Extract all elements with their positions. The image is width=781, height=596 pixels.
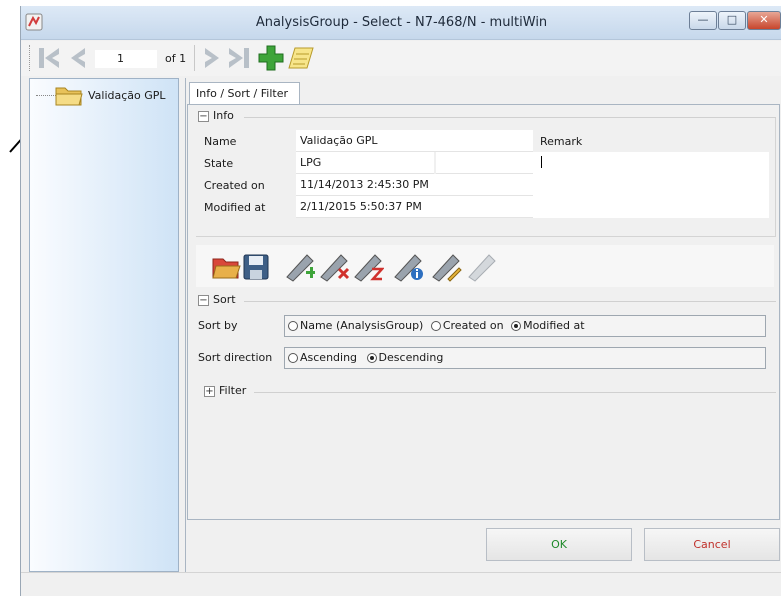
tree-pane: Validação GPL (29, 78, 179, 572)
sort-group-line (244, 301, 776, 302)
state-label: State (204, 157, 234, 170)
state-field[interactable]: LPG (296, 152, 434, 174)
radio-name[interactable] (288, 321, 298, 331)
direction-descending-label: Descending (378, 351, 444, 364)
radio-created[interactable] (430, 321, 441, 331)
filter-clear-icon[interactable] (352, 251, 384, 283)
add-record-icon[interactable] (257, 44, 285, 72)
filter-edit-icon[interactable] (430, 251, 462, 283)
tab-content: − Info Name Validação GPL Remark State L… (187, 104, 780, 520)
filter-info-icon[interactable] (392, 251, 424, 283)
sort-collapse-toggle[interactable]: − (198, 295, 209, 306)
text-cursor (541, 156, 542, 168)
cancel-button[interactable]: Cancel (644, 528, 780, 561)
toolbar-divider (194, 45, 195, 71)
info-group-line (244, 117, 776, 118)
modified-at-label: Modified at (204, 201, 266, 214)
next-record-icon[interactable] (201, 44, 225, 72)
sort-by-label: Sort by (198, 319, 238, 332)
sort-direction-options: Ascending Descending (284, 347, 766, 369)
created-on-label: Created on (204, 179, 265, 192)
name-label: Name (204, 135, 237, 148)
sort-option-created-label: Created on (442, 319, 504, 332)
minimize-button[interactable]: — (689, 11, 717, 30)
tab-info-sort-filter[interactable]: Info / Sort / Filter (189, 82, 300, 105)
filter-disabled-icon[interactable] (466, 251, 498, 283)
created-on-field[interactable]: 11/14/2013 2:45:30 PM (296, 174, 533, 196)
status-bar (21, 572, 781, 596)
title-bar: AnalysisGroup - Select - N7-468/N - mult… (21, 6, 781, 40)
direction-descending[interactable]: Descending (366, 351, 444, 364)
radio-ascending[interactable] (288, 353, 298, 363)
window-title: AnalysisGroup - Select - N7-468/N - mult… (255, 15, 548, 30)
sort-option-name[interactable]: Name (AnalysisGroup) (288, 319, 423, 332)
app-window: AnalysisGroup - Select - N7-468/N - mult… (20, 6, 781, 596)
close-button[interactable]: ✕ (747, 11, 781, 30)
last-record-icon[interactable] (225, 44, 253, 72)
save-icon[interactable] (242, 253, 270, 281)
navigation-toolbar: 1 of 1 (21, 41, 781, 76)
filter-add-icon[interactable] (284, 251, 316, 283)
sort-option-modified-label: Modified at (523, 319, 585, 332)
filter-group-header: Filter (219, 384, 247, 397)
radio-descending[interactable] (366, 353, 377, 363)
sort-option-modified[interactable]: Modified at (511, 319, 585, 332)
action-toolbar (196, 245, 774, 287)
radio-modified[interactable] (511, 321, 522, 331)
toolbar-grip (29, 45, 32, 71)
sort-group-header: Sort (213, 293, 236, 306)
modified-at-field[interactable]: 2/11/2015 5:50:37 PM (296, 196, 533, 218)
open-folder-icon[interactable] (210, 251, 242, 283)
maximize-button[interactable]: □ (718, 11, 746, 30)
sort-option-name-label: Name (AnalysisGroup) (300, 319, 424, 332)
filter-expand-toggle[interactable]: + (204, 386, 215, 397)
direction-ascending-label: Ascending (300, 351, 358, 364)
tab-label: Info / Sort / Filter (196, 87, 289, 100)
remark-label: Remark (540, 135, 583, 148)
sort-direction-label: Sort direction (198, 351, 273, 364)
filter-remove-icon[interactable] (318, 251, 350, 283)
previous-record-icon[interactable] (65, 44, 89, 72)
first-record-icon[interactable] (35, 44, 63, 72)
notes-icon[interactable] (287, 44, 317, 72)
page-number-input[interactable]: 1 (95, 50, 157, 68)
filter-group-line (254, 392, 776, 393)
sort-option-created[interactable]: Created on (430, 319, 504, 332)
remark-field[interactable] (533, 152, 769, 218)
sort-by-options: Name (AnalysisGroup) Created on Modified… (284, 315, 766, 337)
ok-button[interactable]: OK (486, 528, 632, 561)
tree-item-label[interactable]: Validação GPL (88, 89, 166, 102)
folder-icon[interactable] (54, 82, 84, 108)
name-field[interactable]: Validação GPL (296, 130, 533, 152)
state-extra-field[interactable] (436, 152, 533, 174)
page-count-label: of 1 (165, 52, 187, 65)
direction-ascending[interactable]: Ascending (288, 351, 357, 364)
